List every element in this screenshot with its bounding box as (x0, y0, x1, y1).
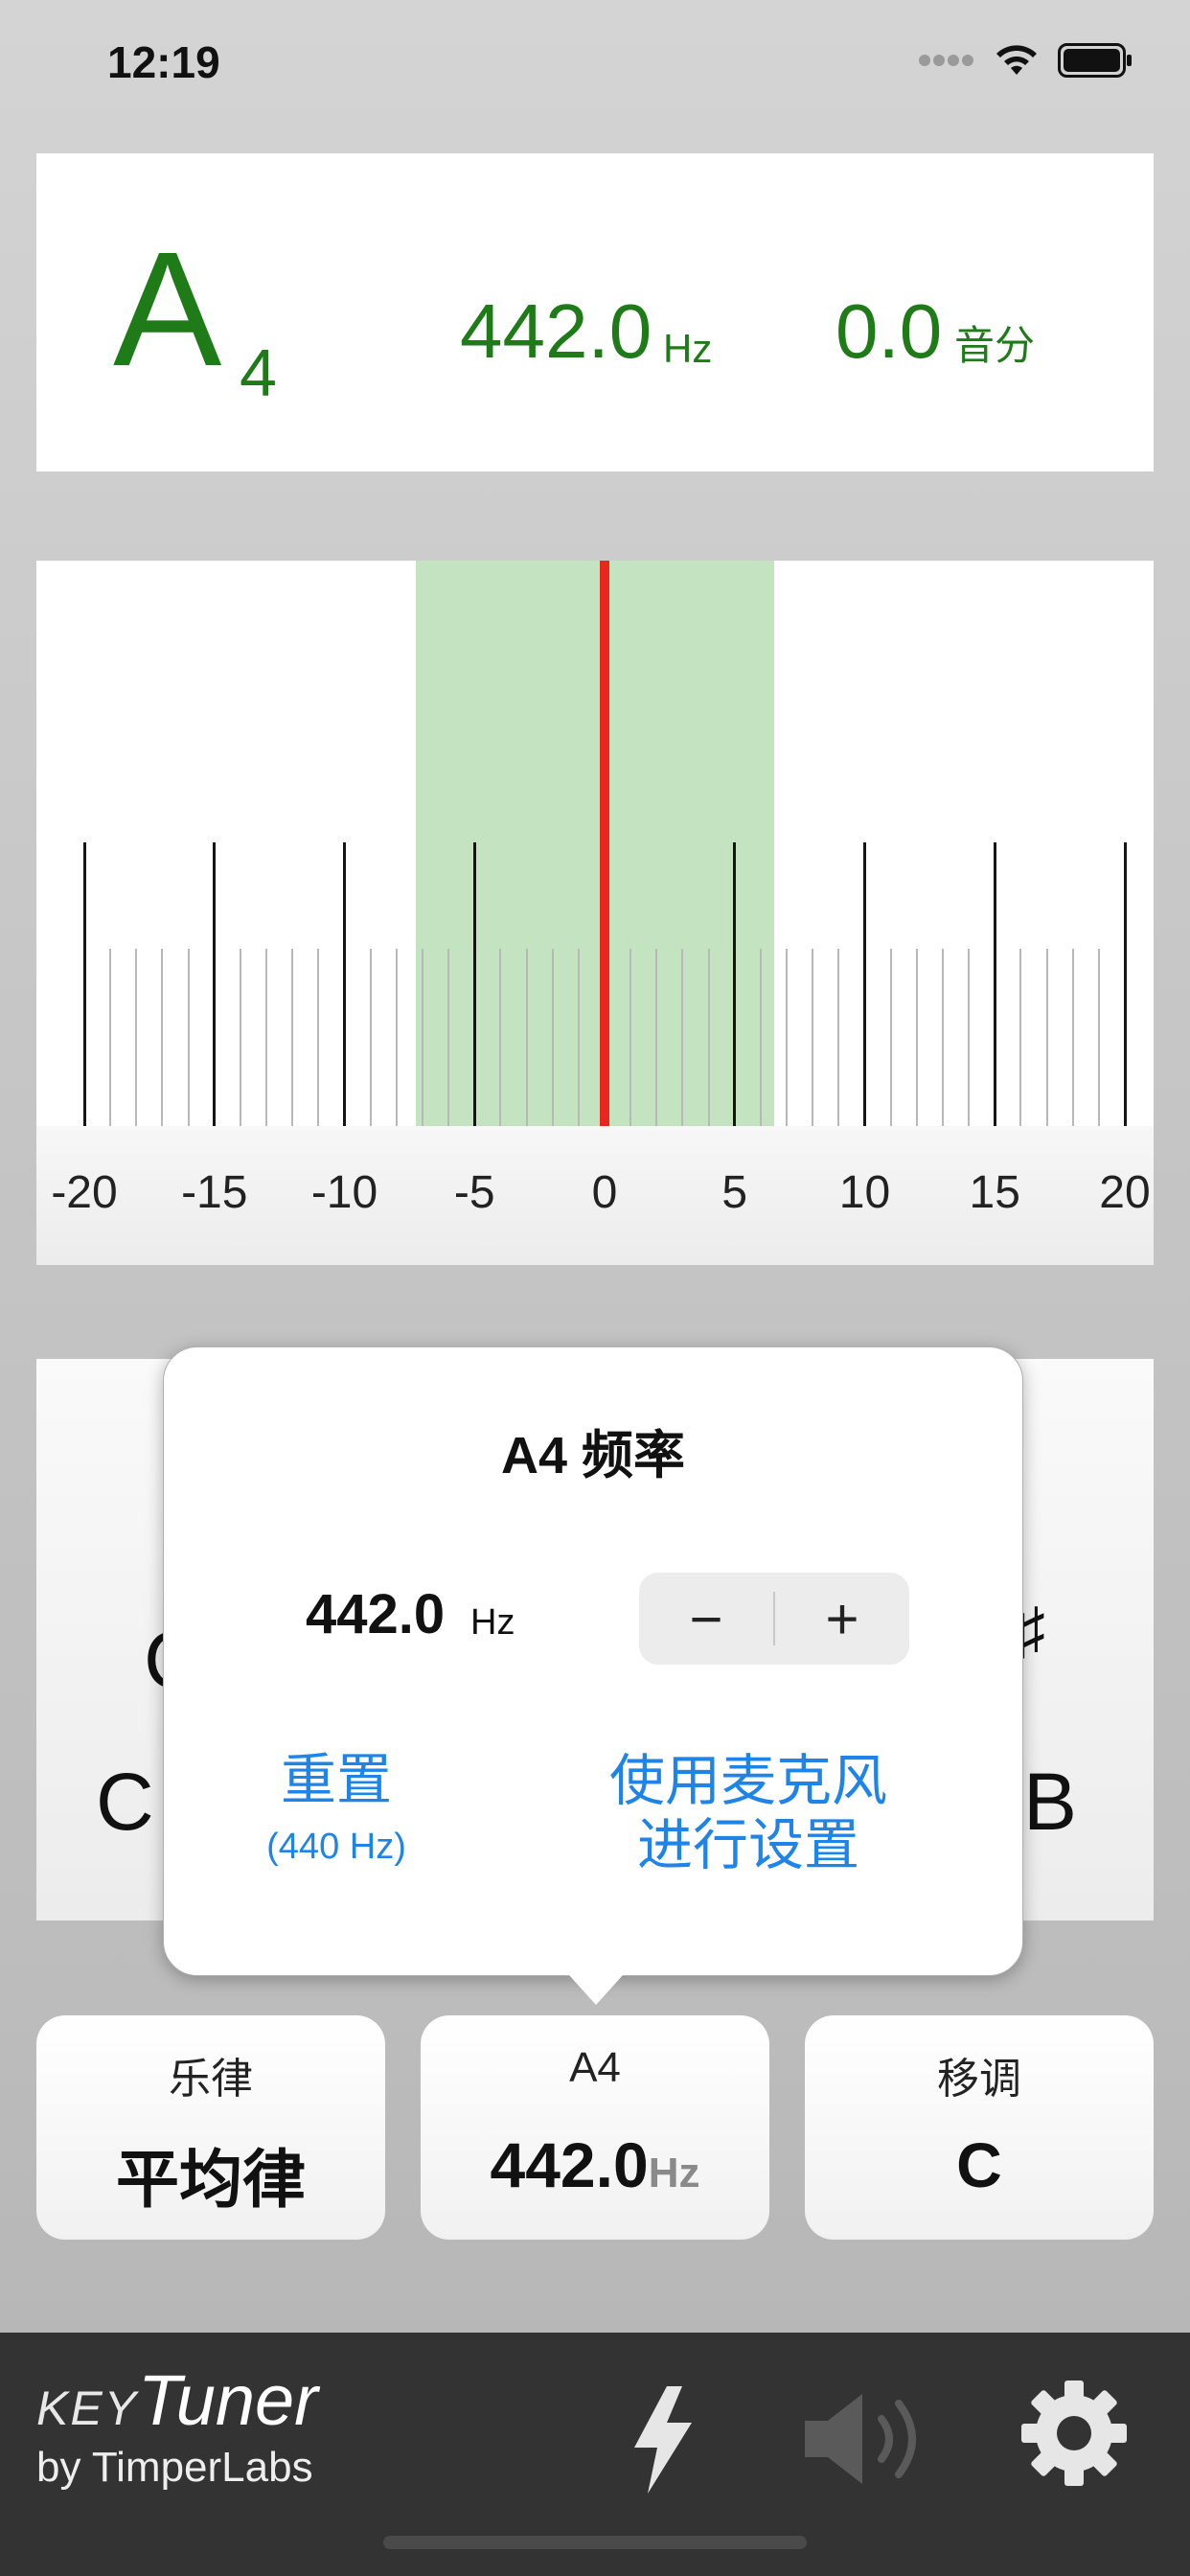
scale-label: -10 (310, 1167, 378, 1218)
a4-value-row: 442.0Hz (421, 2128, 769, 2201)
minor-tick (369, 949, 372, 1126)
cents-unit: 音分 (954, 323, 1036, 368)
detected-frequency: 442.0 (460, 288, 652, 374)
minor-tick (681, 949, 684, 1126)
scale-label: 10 (838, 1167, 891, 1218)
temperament-card[interactable]: 乐律 平均律 (36, 2015, 385, 2240)
major-tick (472, 842, 476, 1126)
keyboard-key-b[interactable]: B (1023, 1761, 1077, 1842)
reset-button[interactable]: 重置 (202, 1750, 470, 1811)
minor-tick (889, 949, 892, 1126)
wifi-icon (996, 45, 1037, 75)
major-tick (733, 842, 737, 1126)
mic-label-line1: 使用麦克风 (608, 1750, 887, 1812)
speaker-icon[interactable] (803, 2390, 933, 2488)
in-tune-zone (416, 561, 774, 1126)
minor-tick (577, 949, 580, 1126)
minor-tick (265, 949, 268, 1126)
a4-title: A4 (569, 2044, 621, 2091)
status-time: 12:19 (107, 37, 220, 87)
a4-value: 442.0 (490, 2129, 649, 2200)
lightning-icon[interactable] (629, 2384, 698, 2496)
minor-tick (968, 949, 971, 1126)
major-tick (993, 842, 996, 1126)
signal-icon (919, 55, 973, 66)
major-tick (863, 842, 866, 1126)
minor-tick (551, 949, 554, 1126)
a4-card[interactable]: A4 442.0Hz (421, 2015, 769, 2240)
minor-tick (421, 949, 423, 1126)
minor-tick (786, 949, 789, 1126)
minor-tick (812, 949, 814, 1126)
transpose-card[interactable]: 移调 C (805, 2015, 1154, 2240)
minor-tick (1097, 949, 1100, 1126)
scale-label: 15 (969, 1167, 1020, 1218)
minor-tick (239, 949, 241, 1126)
detected-octave: 4 (240, 335, 277, 410)
set-with-microphone-button[interactable]: 使用麦克风 进行设置 (585, 1750, 911, 1877)
minor-tick (161, 949, 164, 1126)
minor-tick (1071, 949, 1074, 1126)
a4-unit: Hz (648, 2150, 700, 2196)
scale-label: -5 (453, 1167, 495, 1218)
popover-frequency-unit: Hz (470, 1602, 515, 1643)
minor-tick (109, 949, 112, 1126)
brand-byline: by TimperLabs (36, 2444, 313, 2491)
minor-tick (499, 949, 502, 1126)
home-indicator (383, 2536, 807, 2549)
transpose-title: 移调 (937, 2056, 1021, 2103)
minor-tick (837, 949, 840, 1126)
minor-tick (1045, 949, 1048, 1126)
minor-tick (941, 949, 944, 1126)
brand-key: KEY (36, 2381, 139, 2435)
minor-tick (187, 949, 190, 1126)
popover-frequency-value: 442.0 (306, 1583, 446, 1645)
minor-tick (707, 949, 710, 1126)
temperament-title: 乐律 (169, 2056, 253, 2103)
minor-tick (395, 949, 398, 1126)
popover-title: A4 频率 (500, 1427, 686, 1484)
temperament-value: 平均律 (116, 2144, 306, 2215)
minor-tick (135, 949, 138, 1126)
major-tick (1123, 842, 1127, 1126)
scale-label: -20 (51, 1167, 118, 1218)
scale-label: 0 (591, 1167, 618, 1218)
transpose-value: C (956, 2129, 1002, 2200)
decrement-button[interactable]: − (639, 1573, 773, 1665)
minor-tick (1019, 949, 1022, 1126)
scale-label: 20 (1099, 1167, 1151, 1218)
scale-label: -15 (181, 1167, 248, 1218)
minor-tick (317, 949, 320, 1126)
brand-tuner: Tuner (138, 2360, 318, 2440)
detected-note: A (113, 218, 222, 401)
a4-frequency-popover: A4 频率 442.0 Hz − + 重置 (440 Hz) 使用麦克风 进行设… (163, 1346, 1023, 1976)
battery-icon (1058, 43, 1132, 78)
scale-label: 5 (721, 1167, 748, 1218)
mic-label-line2: 进行设置 (636, 1813, 859, 1876)
major-tick (82, 842, 86, 1126)
frequency-unit: Hz (663, 326, 713, 371)
minor-tick (525, 949, 528, 1126)
popover-arrow (560, 1965, 632, 2005)
reset-default-value[interactable]: (440 Hz) (202, 1827, 470, 1868)
status-icons (918, 42, 1133, 79)
minor-tick (447, 949, 450, 1126)
minor-tick (915, 949, 918, 1126)
cents-deviation: 0.0 (835, 288, 943, 374)
minor-tick (291, 949, 294, 1126)
major-tick (343, 842, 346, 1126)
minor-tick (629, 949, 632, 1126)
tuning-needle (600, 561, 609, 1126)
increment-button[interactable]: + (775, 1573, 909, 1665)
tuning-meter: -20 -15 -10 -5 0 5 10 15 20 (36, 561, 1154, 1265)
minor-tick (655, 949, 658, 1126)
minor-tick (759, 949, 762, 1126)
keyboard-key-c[interactable]: C (96, 1761, 154, 1842)
frequency-stepper[interactable]: − + (639, 1573, 909, 1665)
gear-icon[interactable] (1019, 2379, 1129, 2488)
major-tick (213, 842, 217, 1126)
